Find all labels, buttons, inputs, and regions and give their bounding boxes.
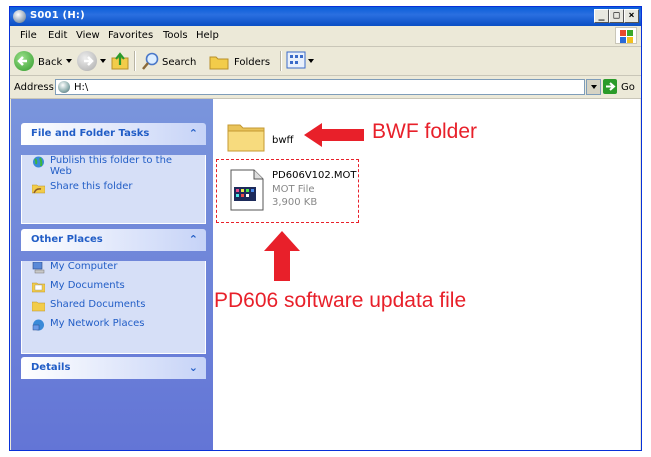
minimize-button[interactable]: _ xyxy=(594,9,609,23)
place-label: My Computer xyxy=(50,261,118,272)
folder-icon xyxy=(32,282,45,293)
menu-tools[interactable]: Tools xyxy=(163,30,188,41)
task-publish-folder[interactable]: Publish this folder to the Web xyxy=(22,155,190,177)
maximize-button[interactable]: □ xyxy=(609,9,624,23)
panel-header[interactable]: Details ⌄ xyxy=(21,357,206,379)
up-folder-button[interactable] xyxy=(110,52,130,70)
content-area: File and Folder Tasks ⌃ Publish this fol… xyxy=(11,99,640,450)
folder-icon xyxy=(32,301,45,312)
explorer-window: S001 (H:) _ □ × File Edit View Favorites… xyxy=(9,6,642,451)
menu-file[interactable]: File xyxy=(20,30,37,41)
collapse-chevron-icon[interactable]: ⌃ xyxy=(189,233,198,246)
details-panel: Details ⌄ xyxy=(21,357,206,379)
up-arrow-callout-icon xyxy=(264,231,300,281)
address-value: H:\ xyxy=(74,82,89,93)
search-label: Search xyxy=(162,57,197,68)
close-button[interactable]: × xyxy=(624,9,639,23)
task-label: Publish this folder to the Web xyxy=(50,155,173,177)
search-icon xyxy=(142,52,159,70)
address-bar: Address H:\ Go xyxy=(10,76,641,99)
other-places-panel: Other Places ⌃ My Computer My Documents … xyxy=(21,229,206,354)
menu-help[interactable]: Help xyxy=(196,30,219,41)
place-my-network-places[interactable]: My Network Places xyxy=(22,318,205,332)
annotation-software-update: PD606 software updata file xyxy=(214,289,467,312)
left-arrow-callout-icon xyxy=(304,123,364,147)
go-button[interactable] xyxy=(603,79,617,94)
address-input[interactable]: H:\ xyxy=(55,79,585,95)
place-label: My Network Places xyxy=(50,318,145,329)
task-pane: File and Folder Tasks ⌃ Publish this fol… xyxy=(11,99,213,450)
panel-body: My Computer My Documents Shared Document… xyxy=(21,261,206,354)
highlight-box xyxy=(216,159,359,223)
folders-icon xyxy=(209,56,229,70)
forward-arrow-icon xyxy=(84,56,94,66)
back-arrow-icon xyxy=(17,56,27,66)
drive-icon xyxy=(58,81,70,93)
windows-logo-icon xyxy=(615,27,637,44)
views-dropdown-icon xyxy=(308,59,314,63)
back-dropdown-icon[interactable] xyxy=(66,59,72,63)
toolbar-separator xyxy=(280,51,282,71)
menu-bar: File Edit View Favorites Tools Help xyxy=(10,26,641,47)
search-button[interactable]: Search xyxy=(140,50,204,72)
expand-chevron-icon[interactable]: ⌄ xyxy=(189,361,198,374)
place-shared-documents[interactable]: Shared Documents xyxy=(22,299,205,313)
menu-edit[interactable]: Edit xyxy=(48,30,67,41)
address-dropdown-button[interactable] xyxy=(586,79,601,95)
toolbar-separator xyxy=(134,51,136,71)
up-folder-icon xyxy=(111,52,129,70)
views-button[interactable] xyxy=(286,51,316,71)
panel-title: Other Places xyxy=(31,234,103,245)
panel-header[interactable]: Other Places ⌃ xyxy=(21,229,206,251)
computer-icon xyxy=(32,262,45,274)
folder-item-bwff[interactable] xyxy=(226,119,266,153)
back-button[interactable] xyxy=(14,51,34,71)
address-label: Address xyxy=(14,82,54,93)
panel-header[interactable]: File and Folder Tasks ⌃ xyxy=(21,123,206,145)
go-arrow-icon xyxy=(606,82,616,91)
chevron-down-icon xyxy=(591,85,597,89)
folder-name[interactable]: bwff xyxy=(272,135,293,146)
network-icon xyxy=(32,319,44,331)
folder-icon xyxy=(227,124,265,152)
place-my-documents[interactable]: My Documents xyxy=(22,280,205,294)
drive-icon xyxy=(13,10,26,23)
share-folder-icon xyxy=(32,184,45,194)
panel-title: Details xyxy=(31,362,71,373)
go-label[interactable]: Go xyxy=(621,82,635,93)
menu-view[interactable]: View xyxy=(76,30,100,41)
collapse-chevron-icon[interactable]: ⌃ xyxy=(189,127,198,140)
title-bar[interactable]: S001 (H:) _ □ × xyxy=(10,7,641,26)
window-title: S001 (H:) xyxy=(30,10,85,21)
place-label: Shared Documents xyxy=(50,299,146,310)
views-icon xyxy=(286,51,306,69)
folders-button[interactable]: Folders xyxy=(208,50,274,72)
file-folder-tasks-panel: File and Folder Tasks ⌃ Publish this fol… xyxy=(21,123,206,224)
globe-icon xyxy=(33,156,44,168)
task-label: Share this folder xyxy=(50,181,133,192)
task-share-folder[interactable]: Share this folder xyxy=(22,181,205,195)
toolbar: Back Search Folders xyxy=(10,47,641,76)
menu-favorites[interactable]: Favorites xyxy=(108,30,153,41)
back-label: Back xyxy=(38,57,63,68)
folders-label: Folders xyxy=(234,57,271,68)
place-my-computer[interactable]: My Computer xyxy=(22,261,205,275)
panel-body: Publish this folder to the Web Share thi… xyxy=(21,155,206,224)
place-label: My Documents xyxy=(50,280,125,291)
forward-button[interactable] xyxy=(77,51,97,71)
annotation-bwf-folder: BWF folder xyxy=(372,120,478,143)
forward-dropdown-icon[interactable] xyxy=(100,59,106,63)
panel-title: File and Folder Tasks xyxy=(31,128,150,139)
